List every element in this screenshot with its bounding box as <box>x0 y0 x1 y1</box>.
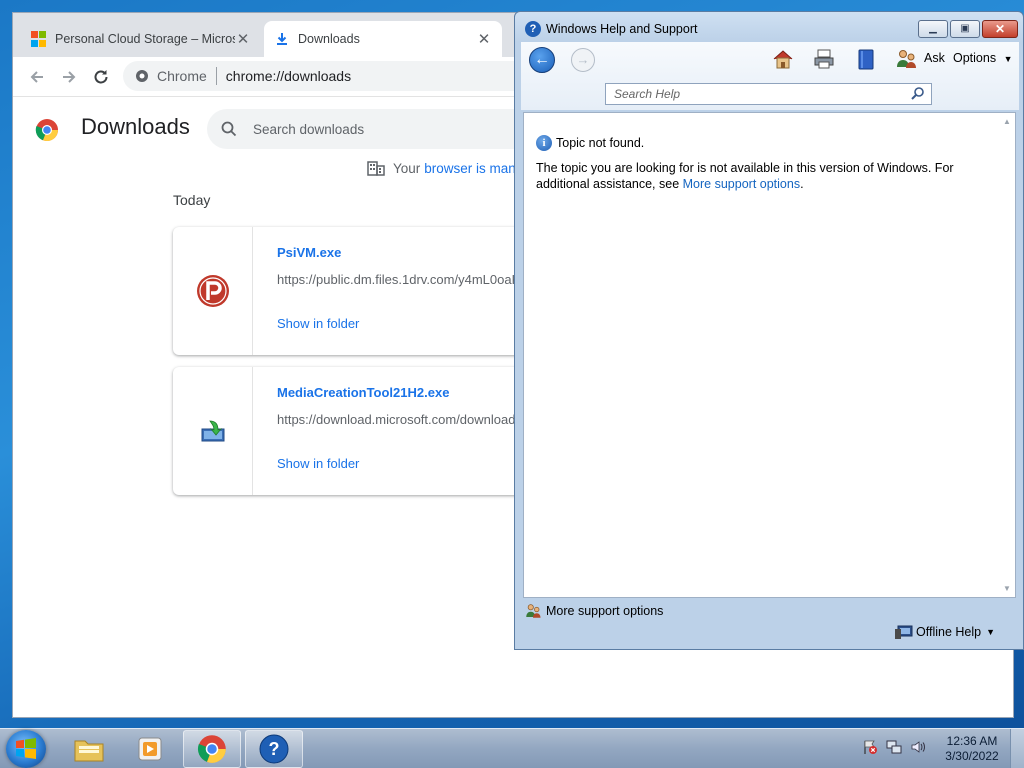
maximize-button[interactable]: ▣ <box>950 20 980 38</box>
help-icon: ? <box>259 734 289 764</box>
building-icon <box>367 161 385 176</box>
svg-text:?: ? <box>269 739 280 759</box>
windows-logo-icon <box>16 738 36 759</box>
taskbar: ? 12:36 AM 3/30/2022 <box>0 728 1024 768</box>
options-menu[interactable]: Options ▼ <box>953 51 1013 65</box>
omnibox-label: Chrome <box>157 68 207 84</box>
chrome-security-icon <box>136 70 148 82</box>
ask-button[interactable]: Ask <box>924 51 945 65</box>
browse-help-book-icon[interactable] <box>854 47 878 71</box>
help-content-pane: i Topic not found. The topic you are loo… <box>523 112 1016 598</box>
tab-title: Downloads <box>298 32 360 46</box>
help-window: ? Windows Help and Support ▁ ▣ ✕ ← → Ask <box>514 11 1024 650</box>
folder-icon <box>74 740 104 762</box>
help-toolbar: ← → Ask Options ▼ Search Help <box>521 42 1019 110</box>
omnibox-url: chrome://downloads <box>225 68 352 84</box>
network-icon[interactable] <box>886 739 902 755</box>
file-url[interactable]: https://download.microsoft.com/download/ <box>277 412 519 427</box>
taskbar-chrome[interactable] <box>183 730 241 768</box>
offline-monitor-icon <box>895 625 913 639</box>
file-icon-cell <box>173 227 253 355</box>
topic-text-end: . <box>800 177 804 191</box>
forward-arrow-icon[interactable] <box>59 67 79 87</box>
media-creation-tool-icon <box>201 420 224 442</box>
help-question-icon: ? <box>525 21 541 37</box>
show-desktop-button[interactable] <box>1010 729 1024 768</box>
scroll-up-icon[interactable]: ▲ <box>1003 117 1011 126</box>
more-support-options-link[interactable]: More support options <box>683 177 800 191</box>
back-arrow-icon[interactable] <box>27 67 47 87</box>
psiphon-p-icon <box>196 275 229 307</box>
volume-icon[interactable] <box>910 739 926 755</box>
search-icon <box>221 121 237 137</box>
search-placeholder: Search downloads <box>253 121 365 137</box>
support-people-icon <box>526 604 541 618</box>
ask-people-icon[interactable] <box>894 47 918 71</box>
system-tray <box>862 739 926 755</box>
microsoft-logo-icon <box>31 31 47 47</box>
search-help-input[interactable]: Search Help <box>605 83 932 105</box>
more-support-label: More support options <box>546 604 664 618</box>
chrome-icon <box>197 735 226 763</box>
tab-close-icon[interactable]: ✕ <box>476 30 492 48</box>
taskbar-help[interactable]: ? <box>245 730 303 768</box>
more-support-options-button[interactable]: More support options <box>524 602 663 620</box>
scroll-down-icon[interactable]: ▼ <box>1003 584 1011 593</box>
tab-title: Personal Cloud Storage – Microsoft <box>55 32 235 46</box>
chrome-logo-icon <box>35 118 59 145</box>
close-button[interactable]: ✕ <box>982 20 1018 38</box>
offline-help-menu[interactable]: Offline Help ▼ <box>895 624 995 640</box>
chevron-down-icon: ▼ <box>1003 54 1013 64</box>
back-button[interactable]: ← <box>529 47 555 73</box>
date-section-header: Today <box>173 192 211 208</box>
topic-title: Topic not found. <box>556 136 645 150</box>
reload-icon[interactable] <box>91 67 111 87</box>
vertical-scrollbar[interactable]: ▲ ▼ <box>998 113 1015 597</box>
forward-button[interactable]: → <box>571 48 595 72</box>
offline-help-label: Offline Help <box>916 625 982 639</box>
omnibox-separator <box>215 67 217 85</box>
page-title: Downloads <box>81 114 190 139</box>
chevron-down-icon: ▼ <box>986 627 996 637</box>
media-player-icon <box>138 737 162 761</box>
search-icon[interactable] <box>910 86 926 102</box>
options-label: Options <box>953 51 997 65</box>
taskbar-media-player[interactable] <box>121 730 179 768</box>
download-icon <box>274 31 290 47</box>
tab-close-icon[interactable]: ✕ <box>235 30 251 48</box>
file-icon-cell <box>173 367 253 495</box>
file-name-link[interactable]: MediaCreationTool21H2.exe <box>277 385 449 400</box>
show-in-folder-link[interactable]: Show in folder <box>277 456 359 471</box>
tab-personal-cloud-storage[interactable]: Personal Cloud Storage – Microsoft ✕ <box>21 21 261 57</box>
topic-body: The topic you are looking for is not ava… <box>536 160 966 192</box>
managed-prefix: Your <box>393 160 421 176</box>
taskbar-explorer[interactable] <box>60 730 118 768</box>
show-in-folder-link[interactable]: Show in folder <box>277 316 359 331</box>
help-titlebar: ? Windows Help and Support <box>525 21 697 37</box>
clock-time: 12:36 AM <box>946 734 998 748</box>
print-icon[interactable] <box>812 47 836 71</box>
help-home-icon[interactable] <box>771 47 795 71</box>
file-url[interactable]: https://public.dm.files.1drv.com/y4mL0oa… <box>277 272 528 287</box>
tab-downloads[interactable]: Downloads ✕ <box>264 21 502 57</box>
start-button[interactable] <box>6 730 46 768</box>
clock-date: 3/30/2022 <box>945 749 999 763</box>
minimize-button[interactable]: ▁ <box>918 20 948 38</box>
search-help-placeholder: Search Help <box>614 87 681 101</box>
info-icon: i <box>536 135 552 151</box>
file-name-link[interactable]: PsiVM.exe <box>277 245 341 260</box>
action-center-flag-icon[interactable] <box>862 739 878 755</box>
help-window-title: Windows Help and Support <box>546 22 698 36</box>
taskbar-clock[interactable]: 12:36 AM 3/30/2022 <box>940 734 1004 764</box>
topic-heading: i Topic not found. <box>536 135 644 151</box>
search-downloads-input[interactable]: Search downloads <box>207 109 567 149</box>
